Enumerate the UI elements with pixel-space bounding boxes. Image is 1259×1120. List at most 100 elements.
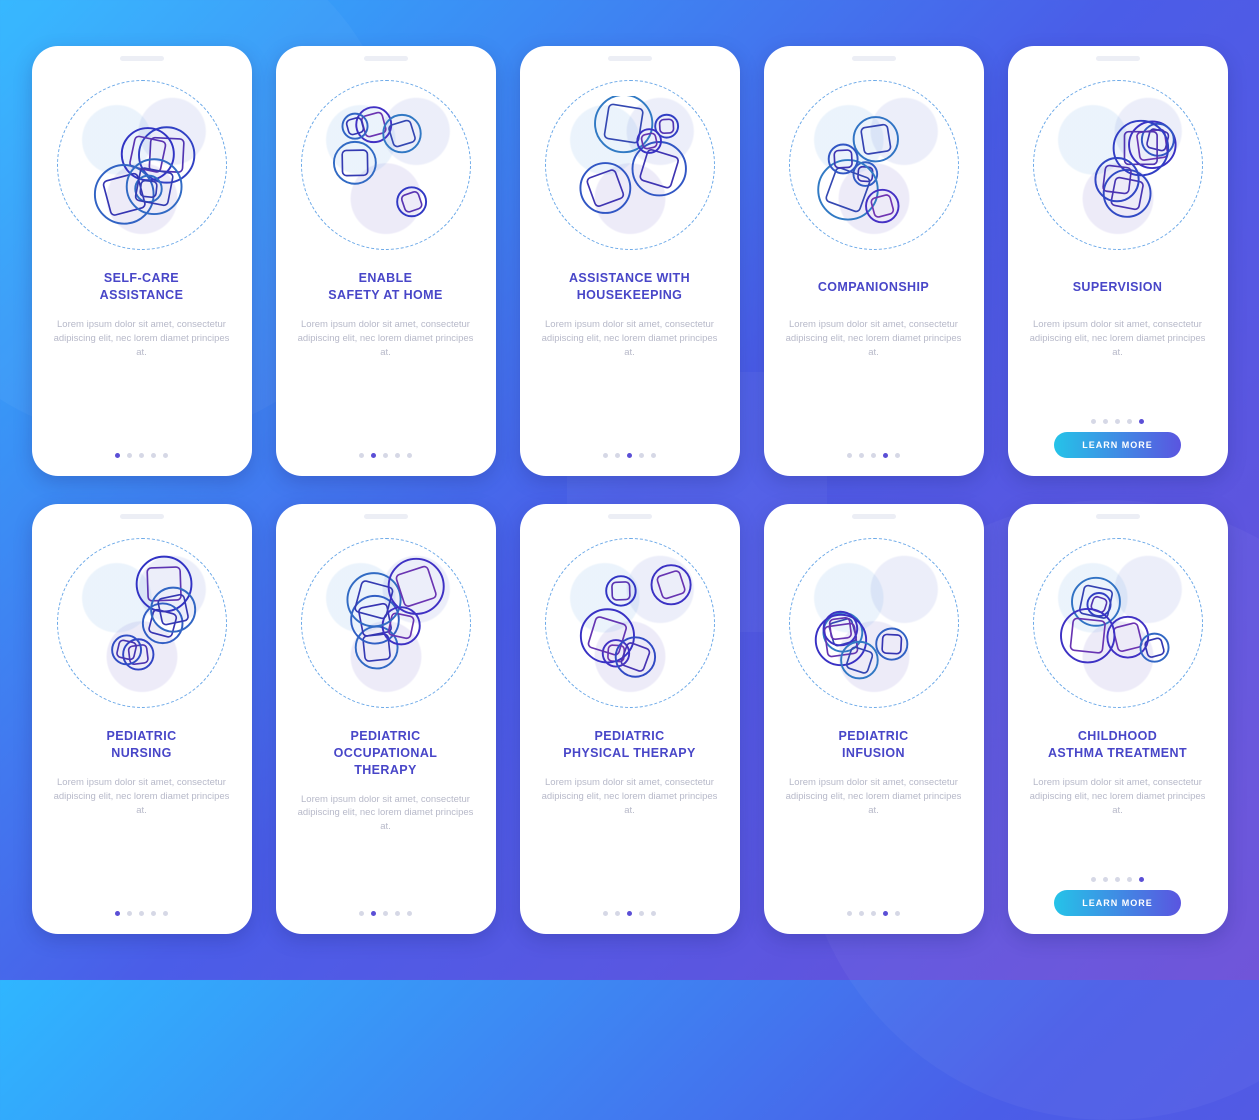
page-indicator-dot[interactable] — [1139, 877, 1144, 882]
housekeeping-icon — [545, 80, 715, 250]
occupational-therapy-icon — [301, 538, 471, 708]
card-title: PEDIATRIC PHYSICAL THERAPY — [559, 728, 700, 762]
page-indicator — [603, 911, 656, 916]
card-title: ASSISTANCE WITH HOUSEKEEPING — [565, 270, 694, 304]
page-indicator — [359, 453, 412, 458]
page-indicator-dot[interactable] — [371, 453, 376, 458]
card-body: Lorem ipsum dolor sit amet, consectetur … — [290, 793, 482, 901]
page-indicator-dot[interactable] — [651, 911, 656, 916]
card-body: Lorem ipsum dolor sit amet, consectetur … — [778, 318, 970, 443]
asthma-treatment-icon — [1033, 538, 1203, 708]
page-indicator-dot[interactable] — [139, 453, 144, 458]
card-body: Lorem ipsum dolor sit amet, consectetur … — [46, 318, 238, 443]
page-indicator-dot[interactable] — [383, 453, 388, 458]
page-indicator-dot[interactable] — [1091, 877, 1096, 882]
page-indicator-dot[interactable] — [115, 453, 120, 458]
page-indicator-dot[interactable] — [895, 453, 900, 458]
page-indicator-dot[interactable] — [359, 911, 364, 916]
page-indicator — [847, 453, 900, 458]
page-indicator-dot[interactable] — [163, 453, 168, 458]
page-indicator — [115, 453, 168, 458]
page-indicator-dot[interactable] — [151, 453, 156, 458]
page-indicator-dot[interactable] — [115, 911, 120, 916]
page-indicator-dot[interactable] — [395, 911, 400, 916]
page-indicator-dot[interactable] — [383, 911, 388, 916]
page-indicator-dot[interactable] — [127, 453, 132, 458]
page-indicator-dot[interactable] — [871, 453, 876, 458]
onboarding-card: PEDIATRIC PHYSICAL THERAPY Lorem ipsum do… — [520, 504, 740, 934]
onboarding-card: PEDIATRIC OCCUPATIONAL THERAPY Lorem ipsu… — [276, 504, 496, 934]
onboarding-card: PEDIATRIC NURSING Lorem ipsum dolor sit a… — [32, 504, 252, 934]
page-indicator-dot[interactable] — [1103, 877, 1108, 882]
self-care-icon — [57, 80, 227, 250]
card-body: Lorem ipsum dolor sit amet, consectetur … — [290, 318, 482, 443]
page-indicator-dot[interactable] — [615, 911, 620, 916]
card-body: Lorem ipsum dolor sit amet, consectetur … — [534, 776, 726, 901]
page-indicator-dot[interactable] — [359, 453, 364, 458]
safety-home-icon — [301, 80, 471, 250]
page-indicator-dot[interactable] — [1139, 419, 1144, 424]
page-indicator-dot[interactable] — [895, 911, 900, 916]
card-body: Lorem ipsum dolor sit amet, consectetur … — [1022, 776, 1214, 867]
card-title: CHILDHOOD ASTHMA TREATMENT — [1044, 728, 1191, 762]
page-indicator-dot[interactable] — [627, 453, 632, 458]
pediatric-nursing-icon — [57, 538, 227, 708]
page-indicator-dot[interactable] — [639, 911, 644, 916]
page-indicator-dot[interactable] — [859, 911, 864, 916]
page-indicator-dot[interactable] — [615, 453, 620, 458]
card-title: PEDIATRIC NURSING — [102, 728, 180, 762]
page-indicator — [359, 911, 412, 916]
card-title: ENABLE SAFETY AT HOME — [324, 270, 446, 304]
page-indicator-dot[interactable] — [603, 453, 608, 458]
page-indicator-dot[interactable] — [1115, 419, 1120, 424]
card-title: PEDIATRIC INFUSION — [834, 728, 912, 762]
page-indicator-dot[interactable] — [847, 911, 852, 916]
page-indicator-dot[interactable] — [1091, 419, 1096, 424]
learn-more-button[interactable]: LEARN MORE — [1054, 890, 1181, 916]
learn-more-button[interactable]: LEARN MORE — [1054, 432, 1181, 458]
page-indicator-dot[interactable] — [883, 911, 888, 916]
pediatric-infusion-icon — [789, 538, 959, 708]
page-indicator-dot[interactable] — [151, 911, 156, 916]
page-indicator-dot[interactable] — [847, 453, 852, 458]
page-indicator-dot[interactable] — [139, 911, 144, 916]
page-indicator-dot[interactable] — [651, 453, 656, 458]
page-indicator-dot[interactable] — [627, 911, 632, 916]
onboarding-card: PEDIATRIC INFUSION Lorem ipsum dolor sit … — [764, 504, 984, 934]
supervision-icon — [1033, 80, 1203, 250]
card-title: SELF-CARE ASSISTANCE — [96, 270, 188, 304]
onboarding-card: COMPANIONSHIP Lorem ipsum dolor sit amet,… — [764, 46, 984, 476]
page-indicator-dot[interactable] — [639, 453, 644, 458]
card-title: COMPANIONSHIP — [814, 270, 933, 304]
page-indicator-dot[interactable] — [407, 911, 412, 916]
page-indicator — [603, 453, 656, 458]
page-indicator-dot[interactable] — [883, 453, 888, 458]
page-indicator-dot[interactable] — [1103, 419, 1108, 424]
card-body: Lorem ipsum dolor sit amet, consectetur … — [46, 776, 238, 901]
page-indicator-dot[interactable] — [1127, 877, 1132, 882]
card-title: PEDIATRIC OCCUPATIONAL THERAPY — [330, 728, 442, 779]
onboarding-card: ENABLE SAFETY AT HOME Lorem ipsum dolor s… — [276, 46, 496, 476]
onboarding-card: SELF-CARE ASSISTANCE Lorem ipsum dolor si… — [32, 46, 252, 476]
page-indicator-dot[interactable] — [859, 453, 864, 458]
onboarding-card: CHILDHOOD ASTHMA TREATMENT Lorem ipsum do… — [1008, 504, 1228, 934]
companionship-icon — [789, 80, 959, 250]
page-indicator-dot[interactable] — [871, 911, 876, 916]
page-indicator-dot[interactable] — [127, 911, 132, 916]
page-indicator-dot[interactable] — [395, 453, 400, 458]
onboarding-card: ASSISTANCE WITH HOUSEKEEPING Lorem ipsum … — [520, 46, 740, 476]
page-indicator — [115, 911, 168, 916]
card-title: SUPERVISION — [1069, 270, 1167, 304]
card-body: Lorem ipsum dolor sit amet, consectetur … — [778, 776, 970, 901]
card-body: Lorem ipsum dolor sit amet, consectetur … — [534, 318, 726, 443]
page-indicator-dot[interactable] — [1115, 877, 1120, 882]
page-indicator — [1091, 877, 1144, 882]
page-indicator-dot[interactable] — [371, 911, 376, 916]
page-indicator-dot[interactable] — [603, 911, 608, 916]
page-indicator-dot[interactable] — [163, 911, 168, 916]
page-indicator-dot[interactable] — [407, 453, 412, 458]
onboarding-card: SUPERVISIONLorem ipsum dolor sit amet, c… — [1008, 46, 1228, 476]
page-indicator — [847, 911, 900, 916]
page-indicator-dot[interactable] — [1127, 419, 1132, 424]
page-indicator — [1091, 419, 1144, 424]
